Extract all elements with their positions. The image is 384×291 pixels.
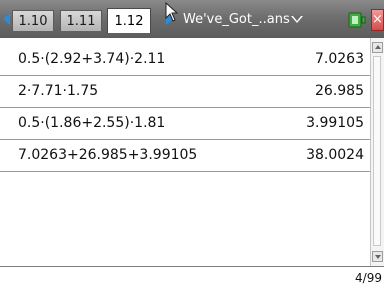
history-expression: 2·7.71·1.75 <box>18 83 99 99</box>
history-expression: 0.5·(2.92+3.74)·2.11 <box>18 51 166 67</box>
history-result: 38.0024 <box>306 147 364 163</box>
close-icon[interactable]: × <box>371 9 384 31</box>
calculator-history: 0.5·(2.92+3.74)·2.11 7.0263 2·7.71·1.75 … <box>0 38 384 266</box>
history-result: 3.99105 <box>306 115 364 131</box>
entry-input[interactable] <box>4 270 338 290</box>
history-count: 4/99 <box>355 271 382 285</box>
battery-icon <box>348 12 366 28</box>
entry-line: 4/99 <box>0 266 384 291</box>
document-title[interactable]: We've_Got_..ans <box>183 12 290 27</box>
mouse-pointer-icon <box>165 2 179 22</box>
scroll-up-icon[interactable] <box>372 42 383 53</box>
history-row[interactable]: 0.5·(1.86+2.55)·1.81 3.99105 <box>0 108 370 140</box>
chevron-down-icon[interactable] <box>291 16 303 23</box>
tab-page-1-11[interactable]: 1.11 <box>60 10 102 31</box>
history-row[interactable]: 2·7.71·1.75 26.985 <box>0 76 370 108</box>
history-result: 26.985 <box>315 83 364 99</box>
tab-page-1-12[interactable]: 1.12 <box>107 8 151 33</box>
tab-page-1-10[interactable]: 1.10 <box>12 10 54 31</box>
scroll-thumb[interactable] <box>373 56 381 246</box>
scroll-down-icon[interactable] <box>372 251 383 262</box>
history-expression: 7.0263+26.985+3.99105 <box>18 147 198 163</box>
history-expression: 0.5·(1.86+2.55)·1.81 <box>18 115 166 131</box>
history-row[interactable]: 7.0263+26.985+3.99105 38.0024 <box>0 140 370 172</box>
history-row[interactable]: 0.5·(2.92+3.74)·2.11 7.0263 <box>0 44 370 76</box>
history-scrollbar[interactable] <box>370 38 384 266</box>
tab-bar: 1.10 1.11 1.12 We've_Got_..ans × <box>0 0 384 39</box>
arrow-left-icon[interactable] <box>3 13 10 25</box>
history-result: 7.0263 <box>315 51 364 67</box>
calculator-screen: 1.10 1.11 1.12 We've_Got_..ans × 0.5·(2.… <box>0 0 384 291</box>
